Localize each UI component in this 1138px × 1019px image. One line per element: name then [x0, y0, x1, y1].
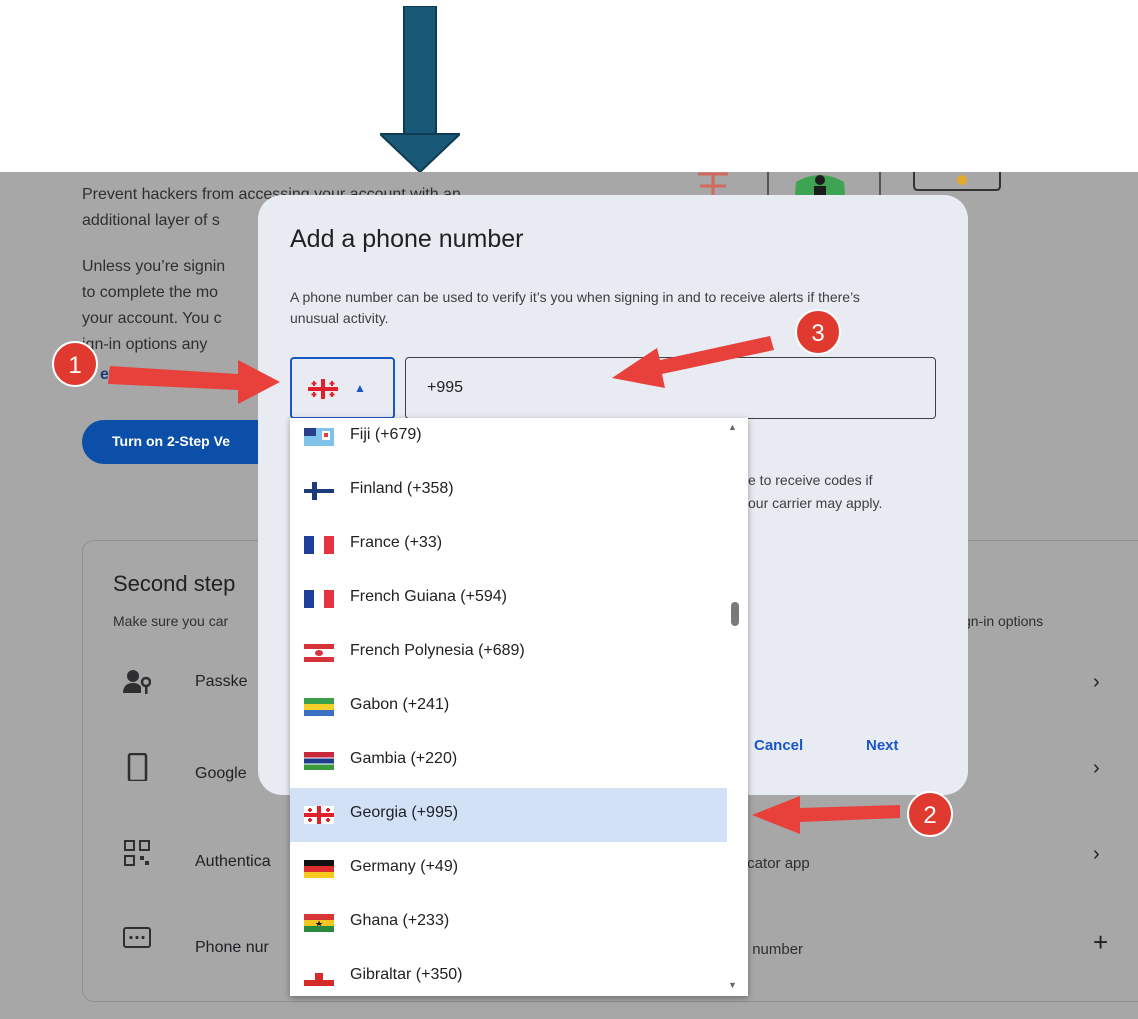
country-name: Ghana (+233) [350, 912, 450, 929]
paragraph-line-4: ign-in options any [82, 336, 208, 353]
country-name: Gibraltar (+350) [350, 966, 463, 983]
passkey-icon [123, 670, 151, 694]
country-option[interactable]: Germany (+49) [290, 842, 727, 896]
chevron-right-icon: › [1093, 843, 1100, 865]
country-name: Gabon (+241) [350, 696, 450, 713]
georgia-flag-icon [304, 806, 334, 824]
scrollbar-thumb[interactable] [731, 602, 739, 626]
paragraph-line-3: your account. You c [82, 310, 222, 327]
country-dropdown-list[interactable]: Fiji (+679) Finland (+358) France (+33) … [290, 418, 748, 996]
germany-flag-icon [304, 860, 334, 878]
note-line-2: our carrier may apply. [748, 495, 883, 511]
caret-up-icon: ▲ [354, 381, 366, 395]
country-name: Fiji (+679) [350, 426, 422, 443]
second-steps-subtext: Make sure you car [113, 613, 229, 629]
country-name: French Polynesia (+689) [350, 642, 525, 659]
scroll-down-arrow-icon[interactable]: ▼ [728, 980, 737, 990]
finland-flag-icon [304, 482, 334, 500]
gabon-flag-icon [304, 698, 334, 716]
country-name: Georgia (+995) [350, 804, 459, 821]
note-line-1: e to receive codes if [748, 472, 873, 488]
country-code-select[interactable]: ▲ [290, 357, 395, 419]
dialog-description: A phone number can be used to verify it’… [290, 289, 860, 326]
dialog-title: Add a phone number [290, 225, 524, 253]
chevron-right-icon: › [1093, 757, 1100, 779]
second-steps-heading: Second step [113, 571, 236, 596]
option-label: Authentica [195, 853, 271, 870]
french-polynesia-flag-icon [304, 644, 334, 662]
option-label: Passke [195, 673, 248, 690]
ghana-flag-icon [304, 914, 334, 932]
paragraph-line-1: Unless you’re signin [82, 258, 226, 275]
country-option-selected[interactable]: Georgia (+995) [290, 788, 727, 842]
message-icon [123, 927, 151, 948]
cancel-button[interactable]: Cancel [754, 737, 803, 754]
settings-link[interactable]: etting [100, 362, 144, 388]
chevron-right-icon: › [1093, 671, 1100, 693]
second-steps-subtext-right: gn-in options [963, 613, 1044, 629]
country-option[interactable]: Finland (+358) [290, 464, 727, 518]
dialog-note: e to receive codes if our carrier may ap… [748, 469, 882, 515]
paragraph-line-2: to complete the mo [82, 284, 219, 301]
next-button[interactable]: Next [866, 737, 899, 754]
french-guiana-flag-icon [304, 590, 334, 608]
country-option[interactable]: France (+33) [290, 518, 727, 572]
country-option[interactable]: Gambia (+220) [290, 734, 727, 788]
country-name: France (+33) [350, 534, 443, 551]
qr-code-icon [124, 840, 150, 866]
country-option[interactable]: French Polynesia (+689) [290, 626, 727, 680]
france-flag-icon [304, 536, 334, 554]
phone-number-input[interactable] [405, 357, 936, 419]
phone-device-icon [127, 753, 148, 781]
country-option[interactable]: Gibraltar (+350) [290, 950, 727, 996]
option-label: Phone nur [195, 939, 269, 956]
plus-icon: + [1093, 927, 1109, 957]
intro-line-2: additional layer of s [82, 212, 220, 229]
scroll-up-arrow-icon[interactable]: ▲ [728, 422, 737, 432]
georgia-flag-icon [308, 379, 338, 399]
country-name: Gambia (+220) [350, 750, 458, 767]
country-option[interactable]: Fiji (+679) [290, 418, 727, 464]
country-name: French Guiana (+594) [350, 588, 507, 605]
gibraltar-flag-icon [304, 968, 334, 986]
option-label: Google [195, 765, 247, 782]
gambia-flag-icon [304, 752, 334, 770]
country-option[interactable]: French Guiana (+594) [290, 572, 727, 626]
down-arrow-annotation-icon [380, 6, 460, 172]
fiji-flag-icon [304, 428, 334, 446]
country-option[interactable]: Gabon (+241) [290, 680, 727, 734]
country-name: Finland (+358) [350, 480, 454, 497]
country-option[interactable]: Ghana (+233) [290, 896, 727, 950]
country-name: Germany (+49) [350, 858, 459, 875]
